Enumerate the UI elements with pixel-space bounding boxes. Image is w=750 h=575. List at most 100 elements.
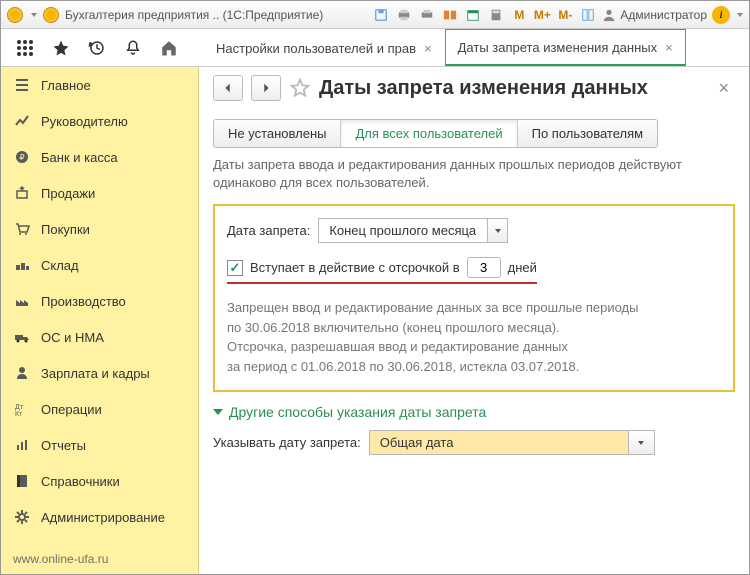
cart-icon (13, 220, 31, 238)
apps-grid-icon[interactable] (7, 30, 43, 66)
delay-row: Вступает в действие с отсрочкой в дней (227, 257, 537, 284)
seg-by-user[interactable]: По пользователям (518, 120, 657, 147)
factory-icon (13, 292, 31, 310)
main-toolbar: Настройки пользователей и прав × Даты за… (1, 29, 749, 67)
tab-user-settings[interactable]: Настройки пользователей и прав × (203, 29, 445, 66)
user-indicator[interactable]: Администратор (602, 8, 707, 22)
nav-back-button[interactable] (213, 75, 243, 101)
memo-mminus-icon[interactable]: M- (556, 6, 574, 24)
nav-forward-button[interactable] (251, 75, 281, 101)
mode-select[interactable]: Общая дата (369, 430, 655, 455)
sidebar-item-admin[interactable]: Администрирование (1, 499, 198, 535)
sidebar-item-label: Справочники (41, 474, 120, 489)
sidebar-item-salary[interactable]: Зарплата и кадры (1, 355, 198, 391)
close-icon[interactable]: × (424, 41, 432, 56)
app-window: Бухгалтерия предприятия .. (1С:Предприят… (0, 0, 750, 575)
sidebar-item-catalogs[interactable]: Справочники (1, 463, 198, 499)
sidebar-item-label: ОС и НМА (41, 330, 104, 345)
memo-mplus-icon[interactable]: M+ (533, 6, 551, 24)
titlebar: Бухгалтерия предприятия .. (1С:Предприят… (1, 1, 749, 29)
sidebar-item-production[interactable]: Производство (1, 283, 198, 319)
date-label: Дата запрета: (227, 223, 310, 238)
sidebar-item-label: Администрирование (41, 510, 165, 525)
date-select[interactable]: Конец прошлого месяца (318, 218, 508, 243)
sidebar-item-label: Руководителю (41, 114, 128, 129)
save-icon[interactable] (372, 6, 390, 24)
titlebar-actions: M M+ M- Администратор i (372, 6, 743, 24)
sidebar-item-main[interactable]: Главное (1, 67, 198, 103)
mode-row: Указывать дату запрета: Общая дата (213, 430, 735, 455)
bell-icon[interactable] (115, 30, 151, 66)
seg-all-users[interactable]: Для всех пользователей (341, 120, 517, 147)
chevron-down-icon[interactable] (488, 218, 508, 243)
chevron-down-icon (213, 409, 223, 415)
scope-description: Даты запрета ввода и редактирования данн… (213, 156, 735, 192)
sidebar-item-purchases[interactable]: Покупки (1, 211, 198, 247)
info-line: по 30.06.2018 включительно (конец прошло… (227, 320, 560, 335)
memo-m-icon[interactable]: M (510, 6, 528, 24)
sidebar-footer: www.online-ufa.ru (1, 544, 198, 574)
book-icon (13, 472, 31, 490)
tool-left (1, 29, 199, 66)
expander-other-methods[interactable]: Другие способы указания даты запрета (213, 404, 735, 420)
close-page-button[interactable]: × (712, 78, 735, 99)
sidebar-item-label: Продажи (41, 186, 95, 201)
svg-text:Кт: Кт (15, 411, 23, 417)
calculator-icon[interactable] (487, 6, 505, 24)
content-header: Даты запрета изменения данных × (213, 75, 735, 101)
sidebar-item-manager[interactable]: Руководителю (1, 103, 198, 139)
info-icon[interactable]: i (712, 6, 730, 24)
info-text: Запрещен ввод и редактирование данных за… (227, 298, 721, 376)
sidebar-item-label: Склад (41, 258, 79, 273)
sidebar-item-operations[interactable]: ДтКтОперации (1, 391, 198, 427)
sidebar-item-label: Зарплата и кадры (41, 366, 150, 381)
favorite-star-outline-icon[interactable] (289, 77, 311, 99)
mode-label: Указывать дату запрета: (213, 435, 361, 450)
info-dropdown-icon[interactable] (737, 13, 743, 17)
panels-icon[interactable] (579, 6, 597, 24)
seg-not-set[interactable]: Не установлены (214, 120, 341, 147)
app-title: Бухгалтерия предприятия .. (1С:Предприят… (65, 8, 323, 22)
tab-edit-prohibition-dates[interactable]: Даты запрета изменения данных × (445, 29, 686, 66)
calendar-icon[interactable] (464, 6, 482, 24)
favorite-star-icon[interactable] (43, 30, 79, 66)
delay-checkbox[interactable] (227, 260, 243, 276)
info-line: Отсрочка, разрешавшая ввод и редактирова… (227, 339, 568, 354)
content-pane: Даты запрета изменения данных × Не устан… (199, 67, 749, 574)
info-line: Запрещен ввод и редактирование данных за… (227, 300, 638, 315)
close-icon[interactable]: × (665, 40, 673, 55)
delay-label: Вступает в действие с отсрочкой в (250, 260, 460, 275)
sidebar-item-label: Отчеты (41, 438, 86, 453)
secondary-circle-icon (43, 7, 59, 23)
sidebar-item-bank[interactable]: ₽ Банк и касса (1, 139, 198, 175)
svg-text:₽: ₽ (19, 153, 24, 162)
chevron-down-icon[interactable] (629, 430, 655, 455)
box-out-icon (13, 184, 31, 202)
logo-1c-icon (7, 7, 23, 23)
highlight-box: Дата запрета: Конец прошлого месяца Всту… (213, 204, 735, 392)
compare-icon[interactable] (441, 6, 459, 24)
date-select-value: Конец прошлого месяца (318, 218, 488, 243)
app-menu-dropdown-icon[interactable] (31, 13, 37, 17)
date-row: Дата запрета: Конец прошлого месяца (227, 218, 721, 243)
user-name: Администратор (620, 8, 707, 22)
tab-label: Настройки пользователей и прав (216, 41, 416, 56)
sidebar-item-label: Покупки (41, 222, 90, 237)
print-icon[interactable] (395, 6, 413, 24)
operations-icon: ДтКт (13, 400, 31, 418)
sidebar: Главное Руководителю ₽ Банк и касса Прода… (1, 67, 199, 574)
sidebar-item-sales[interactable]: Продажи (1, 175, 198, 211)
print2-icon[interactable] (418, 6, 436, 24)
sidebar-item-assets[interactable]: ОС и НМА (1, 319, 198, 355)
sidebar-item-reports[interactable]: Отчеты (1, 427, 198, 463)
sidebar-item-label: Банк и касса (41, 150, 118, 165)
tab-label: Даты запрета изменения данных (458, 40, 657, 55)
sidebar-item-label: Производство (41, 294, 126, 309)
document-tabs: Настройки пользователей и прав × Даты за… (199, 29, 749, 66)
info-line: за период с 01.06.2018 по 30.06.2018, ис… (227, 359, 579, 374)
home-icon[interactable] (151, 30, 187, 66)
delay-days-input[interactable] (467, 257, 501, 278)
sidebar-item-warehouse[interactable]: Склад (1, 247, 198, 283)
scope-segmented-control: Не установлены Для всех пользователей По… (213, 119, 658, 148)
history-icon[interactable] (79, 30, 115, 66)
